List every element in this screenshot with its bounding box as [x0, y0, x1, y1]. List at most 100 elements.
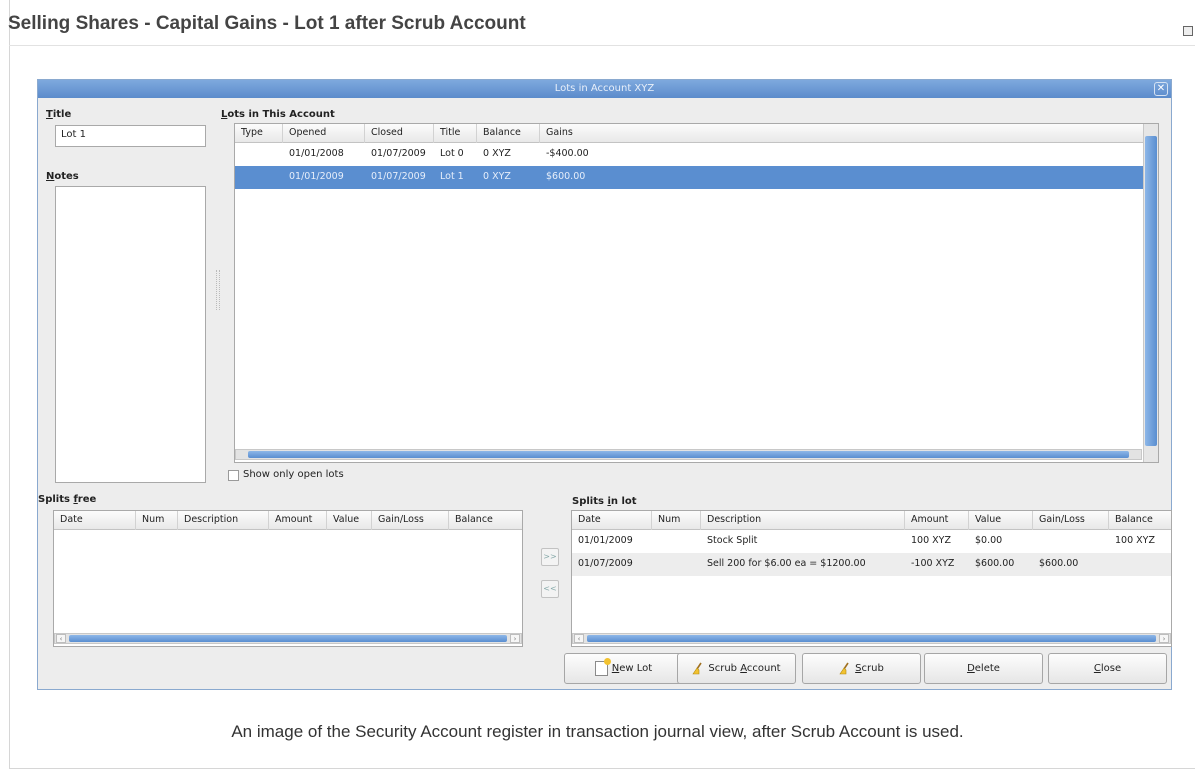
delete-label: Delete [967, 663, 1000, 674]
split-gain-loss [1033, 530, 1109, 553]
splits-free-col-amount[interactable]: Amount [269, 511, 327, 530]
page-root: Selling Shares - Capital Gains - Lot 1 a… [0, 0, 1195, 769]
split-value: $0.00 [975, 535, 1003, 546]
broom-icon [692, 662, 703, 675]
new-lot-icon [594, 658, 611, 676]
lot-balance: 0 XYZ [483, 148, 511, 159]
move-from-lot-button[interactable]: << [541, 580, 559, 598]
show-open-lots-label: Show only open lots [243, 469, 344, 480]
split-amount: 100 XYZ [911, 535, 951, 546]
split-gain-loss: $600.00 [1039, 558, 1079, 569]
lot-splits-col-description[interactable]: Description [701, 511, 905, 530]
split-balance: 100 XYZ [1115, 535, 1155, 546]
new-lot-label: New Lot [611, 663, 653, 674]
scroll-right-icon[interactable]: › [1159, 634, 1169, 643]
scrub-account-button[interactable]: Scrub Account [677, 653, 796, 684]
splits-free-label: Splits free [38, 494, 97, 505]
lot-splits-col-gain-loss[interactable]: Gain/Loss [1033, 511, 1109, 530]
notes-textarea[interactable] [55, 186, 206, 483]
close-button[interactable]: Close [1048, 653, 1167, 684]
splits-free-col-num[interactable]: Num [136, 511, 178, 530]
lot-splits-col-value[interactable]: Value [969, 511, 1033, 530]
lots-col-closed[interactable]: Closed [365, 124, 434, 143]
lots-hscrollbar[interactable] [235, 449, 1142, 460]
lot-title: Lot 1 [440, 171, 464, 182]
broom-icon [839, 662, 849, 675]
scrub-label: Scrub [855, 663, 884, 674]
new-lot-button[interactable]: New Lot [564, 653, 683, 684]
pane-splitter[interactable] [216, 270, 220, 310]
splits-in-lot-hscroll-thumb[interactable] [587, 635, 1156, 642]
split-amount: -100 XYZ [911, 558, 955, 569]
split-date: 01/01/2009 [578, 535, 633, 546]
figure-caption: An image of the Security Account registe… [231, 722, 964, 741]
lot-title: Lot 0 [440, 148, 464, 159]
scrub-button[interactable]: Scrub [802, 653, 921, 684]
lots-vscrollbar[interactable] [1143, 124, 1158, 462]
title-label: Title [46, 109, 72, 120]
split-num [652, 553, 701, 576]
lot-split-row[interactable]: 01/01/2009 Stock Split 100 XYZ $0.00 100… [572, 530, 1171, 553]
splits-free-col-value[interactable]: Value [327, 511, 372, 530]
lots-vscroll-thumb[interactable] [1145, 136, 1157, 446]
page-title: Selling Shares - Capital Gains - Lot 1 a… [8, 13, 526, 34]
lot-title-field[interactable]: Lot 1 [55, 125, 206, 147]
lot-splits-col-num[interactable]: Num [652, 511, 701, 530]
lot-splits-col-date[interactable]: Date [572, 511, 652, 530]
lot-gains: -$400.00 [546, 148, 589, 159]
splits-free-col-balance[interactable]: Balance [449, 511, 522, 530]
lots-col-gains[interactable]: Gains [540, 124, 1158, 143]
lots-table-header: Type Opened Closed Title Balance Gains [235, 124, 1158, 143]
lots-col-opened[interactable]: Opened [283, 124, 365, 143]
split-description: Stock Split [707, 535, 758, 546]
split-description: Sell 200 for $6.00 ea = $1200.00 [707, 558, 866, 569]
show-open-lots-checkbox[interactable] [228, 470, 239, 481]
splits-free-col-gain-loss[interactable]: Gain/Loss [372, 511, 449, 530]
lot-splits-col-balance[interactable]: Balance [1109, 511, 1171, 530]
lots-col-type[interactable]: Type [235, 124, 283, 143]
lot-splits-col-amount[interactable]: Amount [905, 511, 969, 530]
splits-in-lot-hscrollbar[interactable]: ‹ › [572, 633, 1171, 644]
dialog-titlebar[interactable]: Lots in Account XYZ ✕ [38, 80, 1171, 98]
lot-row[interactable]: 01/01/2008 01/07/2009 Lot 0 0 XYZ -$400.… [235, 143, 1158, 166]
lot-balance: 0 XYZ [483, 171, 511, 182]
lot-row-selected[interactable]: 01/01/2009 01/07/2009 Lot 1 0 XYZ $600.0… [235, 166, 1158, 189]
lots-table: Type Opened Closed Title Balance Gains 0… [234, 123, 1159, 463]
scroll-left-icon[interactable]: ‹ [56, 634, 66, 643]
splits-free-col-description[interactable]: Description [178, 511, 269, 530]
splits-free-hscroll-thumb[interactable] [69, 635, 507, 642]
lot-opened: 01/01/2009 [289, 171, 344, 182]
splits-free-col-date[interactable]: Date [54, 511, 136, 530]
scrub-account-label: Scrub Account [708, 663, 781, 674]
lot-type [235, 166, 283, 189]
lots-label: Lots in This Account [221, 109, 335, 120]
lot-gains: $600.00 [546, 171, 586, 182]
splits-free-header: Date Num Description Amount Value Gain/L… [54, 511, 522, 530]
split-balance [1109, 553, 1171, 576]
splits-free-hscrollbar[interactable]: ‹ › [54, 633, 522, 644]
close-label: Close [1093, 663, 1122, 674]
lots-col-title[interactable]: Title [434, 124, 477, 143]
notes-label: Notes [46, 171, 79, 182]
lot-closed: 01/07/2009 [371, 148, 426, 159]
splits-free-table: Date Num Description Amount Value Gain/L… [53, 510, 523, 647]
lot-split-row[interactable]: 01/07/2009 Sell 200 for $6.00 ea = $1200… [572, 553, 1171, 576]
splits-in-lot-header: Date Num Description Amount Value Gain/L… [572, 511, 1171, 530]
close-icon[interactable]: ✕ [1154, 82, 1168, 96]
lots-col-balance[interactable]: Balance [477, 124, 540, 143]
split-date: 01/07/2009 [578, 558, 633, 569]
scroll-left-icon[interactable]: ‹ [574, 634, 584, 643]
move-to-lot-button[interactable]: >> [541, 548, 559, 566]
delete-button[interactable]: Delete [924, 653, 1043, 684]
lot-closed: 01/07/2009 [371, 171, 426, 182]
lots-hscroll-thumb[interactable] [248, 451, 1129, 458]
lot-opened: 01/01/2008 [289, 148, 344, 159]
title-divider [9, 45, 1195, 46]
scroll-right-icon[interactable]: › [510, 634, 520, 643]
splits-in-lot-label: Splits in lot [572, 496, 637, 507]
split-value: $600.00 [975, 558, 1015, 569]
split-num [652, 530, 701, 553]
expand-icon[interactable] [1183, 26, 1193, 36]
dialog-title: Lots in Account XYZ [554, 83, 655, 94]
splits-in-lot-table: Date Num Description Amount Value Gain/L… [571, 510, 1172, 647]
